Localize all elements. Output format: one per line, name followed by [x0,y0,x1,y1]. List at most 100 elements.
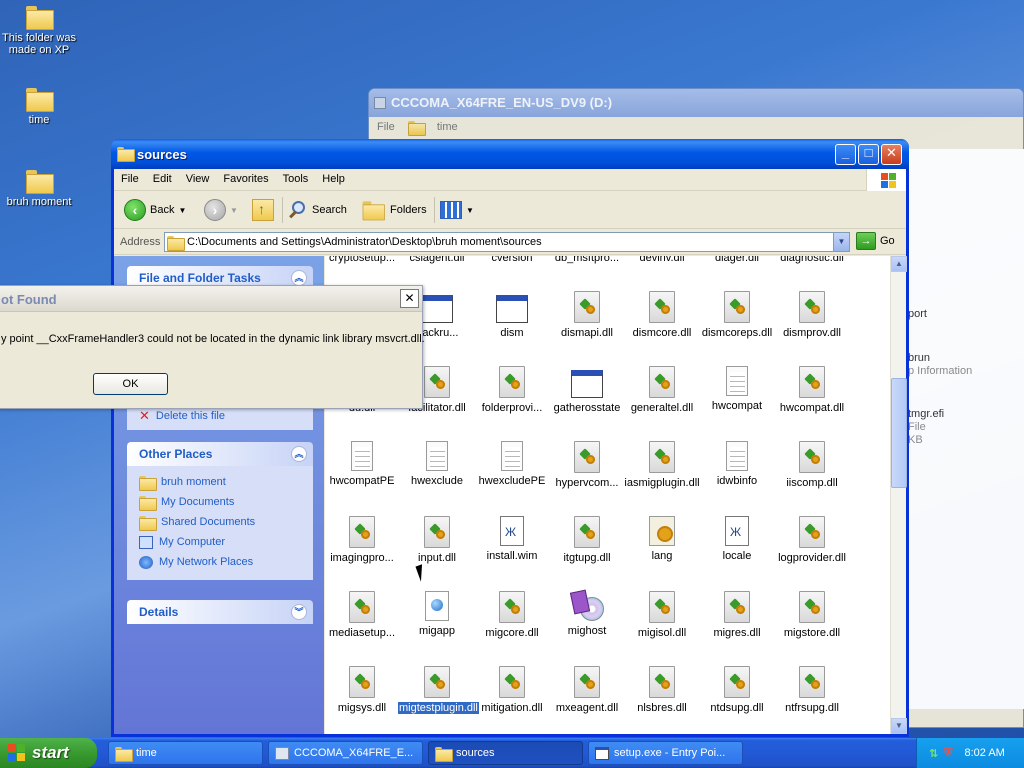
menu-view[interactable]: View [179,169,217,185]
security-shield-icon[interactable]: ⛨ [944,747,952,760]
file-item[interactable]: dismprov.dll [773,291,851,339]
taskbar-item-sources[interactable]: sources [428,741,583,765]
expand-icon[interactable]: ︾ [291,604,307,620]
collapse-icon[interactable]: ︽ [291,446,307,462]
maximize-button[interactable]: □ [858,144,879,165]
dialog-close-button[interactable]: ✕ [400,289,419,308]
file-item[interactable]: logprovider.dll [773,516,851,564]
file-item[interactable]: db_msftpro... [548,256,626,264]
file-item[interactable]: dismapi.dll [548,291,626,339]
delete-file-link[interactable]: ✕ Delete this file [139,406,303,426]
menu-file[interactable]: File [114,169,146,185]
file-item[interactable]: csiagent.dll [398,256,476,264]
desktop-icon-time[interactable]: time [0,88,79,126]
file-item[interactable]: idwbinfo [698,441,776,487]
dialog-titlebar[interactable]: ot Found ✕ [0,286,422,312]
file-item[interactable]: iasmigplugin.dll [623,441,701,489]
file-item[interactable]: locale [698,516,776,562]
file-item[interactable]: folderprovi... [473,366,551,414]
file-item[interactable]: migsys.dll [325,666,401,714]
panel-header[interactable]: Details ︾ [127,600,313,624]
file-item[interactable]: migapp [398,591,476,637]
scroll-down-button[interactable]: ▼ [891,718,907,734]
file-item[interactable]: itgtupg.dll [548,516,626,564]
file-item[interactable]: mighost [548,591,626,637]
folders-button[interactable]: Folders [360,197,427,223]
file-item[interactable]: iiscomp.dll [773,441,851,489]
start-button[interactable]: start [0,738,97,768]
file-item[interactable]: migisol.dll [623,591,701,639]
file-item[interactable]: cryptosetup... [325,256,401,264]
file-item[interactable]: nlsbres.dll [623,666,701,714]
back-window-titlebar[interactable]: CCCOMA_X64FRE_EN-US_DV9 (D:) [369,89,1023,117]
file-item[interactable]: diagnostic.dll [773,256,851,264]
file-item[interactable]: install.wim [473,516,551,562]
window-titlebar[interactable]: sources _ □ ✕ [111,139,909,169]
scroll-up-button[interactable]: ▲ [891,256,907,272]
file-item[interactable]: migtestplugin.dll [398,666,479,714]
file-item[interactable]: diager.dll [698,256,776,264]
file-item[interactable]: dism [473,291,551,339]
menu-help[interactable]: Help [315,169,352,185]
file-item[interactable]: hwcompat.dll [773,366,851,414]
menu-favorites[interactable]: Favorites [216,169,275,185]
file-item[interactable]: migcore.dll [473,591,551,639]
file-item[interactable]: mediasetup... [325,591,401,639]
chevron-down-icon[interactable]: ▼ [178,206,186,215]
file-item[interactable]: hwcompat [698,366,776,412]
other-place-my-documents[interactable]: My Documents [139,492,303,512]
menu-edit[interactable]: Edit [146,169,179,185]
chevron-down-icon[interactable]: ▼ [833,233,849,251]
file-item[interactable]: hwexcludePE [473,441,551,487]
file-item[interactable]: devinv.dll [623,256,701,264]
other-place-my-computer[interactable]: My Computer [139,532,303,552]
error-dialog[interactable]: ot Found ✕ y point __CxxFrameHandler3 co… [0,285,425,409]
file-item[interactable]: mxeagent.dll [548,666,626,714]
network-tray-icon[interactable]: ⇅ [929,747,938,760]
close-button[interactable]: ✕ [881,144,902,165]
up-folder-button[interactable]: ↑ [252,197,274,223]
collapse-icon[interactable]: ︽ [291,270,307,286]
file-item[interactable]: gatherosstate [548,366,626,414]
desktop-icon-xp-folder[interactable]: This folder was made on XP [0,6,79,56]
views-button[interactable]: ▼ [440,197,474,223]
file-item[interactable]: mitigation.dll [473,666,551,714]
file-item[interactable]: dismcoreps.dll [698,291,776,339]
vertical-scrollbar[interactable]: ▲ ▼ [890,256,907,734]
back-window-tab[interactable]: time [407,121,468,136]
minimize-button[interactable]: _ [835,144,856,165]
scroll-thumb[interactable] [891,378,907,488]
back-menu-file[interactable]: File [377,121,395,133]
file-name: locale [722,550,752,562]
file-item[interactable]: hwcompatPE [325,441,401,487]
desktop-icon-bruh-moment[interactable]: bruh moment [0,170,79,208]
chevron-down-icon[interactable]: ▼ [230,206,238,215]
file-item[interactable]: input.dll [398,516,476,564]
file-item[interactable]: dismcore.dll [623,291,701,339]
taskbar-item-time[interactable]: time [108,741,263,765]
file-item[interactable]: migres.dll [698,591,776,639]
taskbar-item-setup-exe[interactable]: setup.exe - Entry Poi... [588,741,743,765]
file-item[interactable]: lang [623,516,701,562]
file-item[interactable]: hypervcom... [548,441,626,489]
file-item[interactable]: migstore.dll [773,591,851,639]
ok-button[interactable]: OK [93,373,168,395]
go-button[interactable]: → Go [856,232,895,250]
address-input[interactable]: C:\Documents and Settings\Administrator\… [164,232,850,252]
search-button[interactable]: Search [288,197,347,223]
sources-explorer-window[interactable]: sources _ □ ✕ File Edit View Favorites Tools… [111,139,909,737]
other-place-my-network-places[interactable]: My Network Places [139,552,303,572]
other-place-bruh-moment[interactable]: bruh moment [139,472,303,492]
taskbar-item-cccoma[interactable]: CCCOMA_X64FRE_E... [268,741,423,765]
file-item[interactable]: imagingpro... [325,516,401,564]
panel-header[interactable]: Other Places ︽ [127,442,313,466]
file-item[interactable]: cversion [473,256,551,264]
forward-button[interactable]: › ▼ [204,197,238,223]
menu-tools[interactable]: Tools [276,169,316,185]
other-place-shared-documents[interactable]: Shared Documents [139,512,303,532]
file-item[interactable]: ntdsupg.dll [698,666,776,714]
file-item[interactable]: generaltel.dll [623,366,701,414]
file-item[interactable]: hwexclude [398,441,476,487]
back-button[interactable]: ‹ Back ▼ [124,197,186,223]
file-item[interactable]: ntfrsupg.dll [773,666,851,714]
